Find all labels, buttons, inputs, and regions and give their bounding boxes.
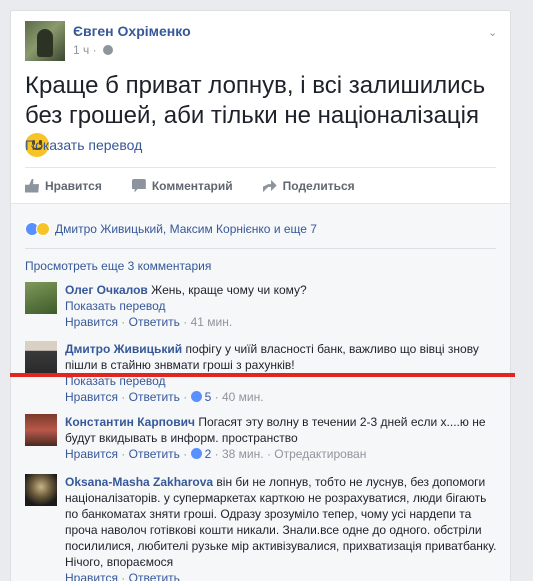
separator: · — [183, 315, 188, 329]
chevron-down-icon[interactable]: ⌄ — [488, 27, 500, 39]
comment-time[interactable]: 38 мин. — [222, 447, 264, 461]
comment-like-count[interactable]: 5 — [205, 390, 212, 404]
comment-like-link[interactable]: Нравится — [65, 447, 118, 461]
translate-link[interactable]: Показать перевод — [25, 137, 142, 153]
post-time[interactable]: 1 ч — [73, 43, 89, 57]
comment-like-link[interactable]: Нравится — [65, 390, 118, 404]
comment-translate-link[interactable]: Показать перевод — [65, 298, 501, 314]
commenter-avatar[interactable] — [25, 282, 57, 314]
like-button[interactable]: Нравится — [25, 178, 102, 193]
divider — [25, 248, 496, 249]
commenter-name[interactable]: Дмитро Живицький — [65, 342, 182, 356]
separator: · — [121, 390, 126, 404]
post-card: Євген Охріменко 1 ч · ⌄ Краще б приват л… — [10, 10, 511, 581]
post-header: Євген Охріменко 1 ч · ⌄ — [25, 21, 500, 71]
separator: · — [214, 390, 219, 404]
post-text-content: Краще б приват лопнув, і всі залишились … — [25, 72, 486, 129]
share-icon — [262, 179, 277, 193]
comment-reply-link[interactable]: Ответить — [129, 390, 180, 404]
separator: · — [121, 571, 126, 581]
share-label: Поделиться — [282, 178, 355, 193]
comment-meta: Нравится · Ответить — [65, 570, 501, 581]
reactions-text: Дмитро Живицький, Максим Корнієнко и еще… — [55, 222, 317, 236]
comment-text: він би не лопнув, тобто не луснув, без д… — [65, 475, 497, 569]
comment-meta: Нравится · Ответить · 2 · 38 мин. · Отре… — [65, 446, 501, 462]
comment-like-link[interactable]: Нравится — [65, 315, 118, 329]
reactions-summary[interactable]: Дмитро Живицький, Максим Корнієнко и еще… — [25, 222, 317, 236]
separator: · — [183, 447, 188, 461]
comment-meta: Нравится · Ответить · 5 · 40 мин. — [65, 389, 501, 405]
comment-icon — [131, 178, 146, 193]
separator: · — [266, 447, 271, 461]
comment-reply-link[interactable]: Ответить — [129, 447, 180, 461]
comment-item: Константин Карпович Погасят эту волну в … — [25, 414, 501, 466]
comment-item: Oksana-Masha Zakharova він би не лопнув,… — [25, 474, 501, 581]
commenter-name[interactable]: Олег Очкалов — [65, 283, 148, 297]
post-meta: 1 ч · — [73, 43, 113, 57]
comment-text: Жень, краще чому чи кому? — [151, 283, 307, 297]
separator: · — [121, 315, 126, 329]
like-count-icon — [190, 448, 202, 459]
commenter-name[interactable]: Константин Карпович — [65, 415, 195, 429]
commenter-avatar[interactable] — [25, 474, 57, 506]
separator: · — [121, 447, 126, 461]
commenter-name[interactable]: Oksana-Masha Zakharova — [65, 475, 213, 489]
comment-reply-link[interactable]: Ответить — [129, 571, 180, 581]
comment-time[interactable]: 41 мин. — [191, 315, 233, 329]
like-count-icon — [190, 391, 202, 402]
post-actions: Нравится Комментарий Поделиться — [25, 167, 496, 203]
comment-item: Олег Очкалов Жень, краще чому чи кому? П… — [25, 282, 501, 332]
comment-like-link[interactable]: Нравится — [65, 571, 118, 581]
comments-section: Дмитро Живицький, Максим Корнієнко и еще… — [11, 203, 510, 581]
commenter-avatar[interactable] — [25, 414, 57, 446]
share-button[interactable]: Поделиться — [262, 178, 355, 193]
commenter-avatar[interactable] — [25, 341, 57, 373]
edited-label[interactable]: Отредактирован — [274, 447, 366, 461]
thumbs-up-icon — [25, 178, 39, 193]
globe-icon — [102, 45, 113, 55]
post-author[interactable]: Євген Охріменко — [73, 23, 191, 39]
annotation-red-line — [10, 373, 515, 377]
like-label: Нравится — [45, 178, 102, 193]
author-avatar[interactable] — [25, 21, 65, 61]
comment-time[interactable]: 40 мин. — [222, 390, 264, 404]
comment-label: Комментарий — [151, 178, 233, 193]
comment-item: Дмитро Живицький пофігу у чиїй власності… — [25, 341, 501, 405]
comment-like-count[interactable]: 2 — [205, 447, 212, 461]
comment-button[interactable]: Комментарий — [131, 178, 233, 193]
separator: · — [183, 390, 188, 404]
comment-meta: Нравится · Ответить · 41 мин. — [65, 314, 501, 330]
separator: · — [214, 447, 219, 461]
view-more-comments-link[interactable]: Просмотреть еще 3 комментария — [25, 259, 211, 273]
comment-reply-link[interactable]: Ответить — [129, 315, 180, 329]
haha-reaction-icon — [36, 222, 50, 236]
separator: · — [92, 43, 97, 57]
